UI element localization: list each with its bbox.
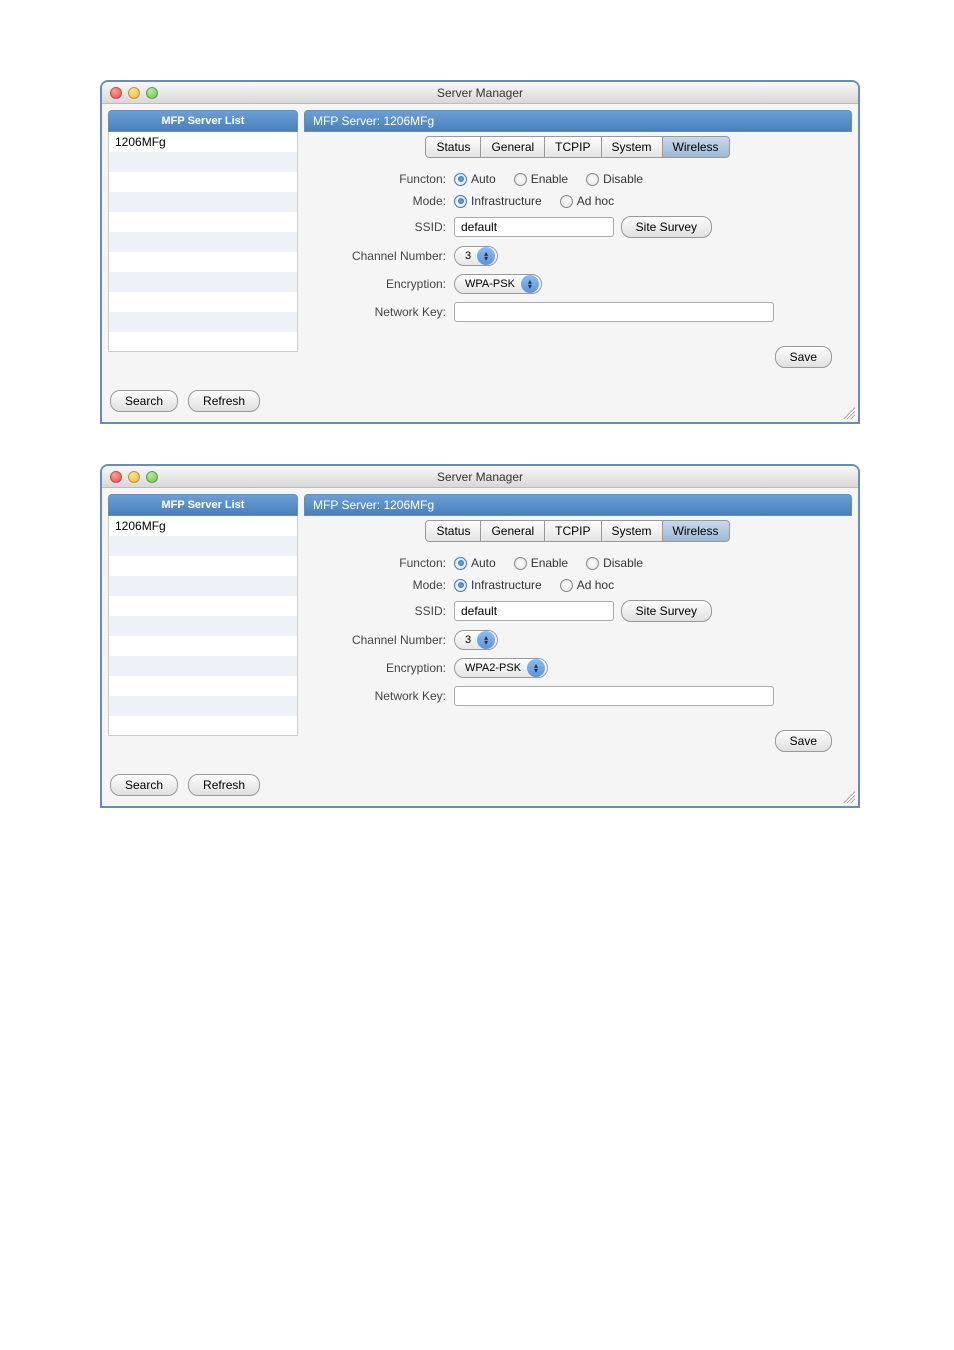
label-channel: Channel Number: [314,249,454,263]
stepper-icon[interactable]: ▴▾ [527,659,545,677]
tab-general[interactable]: General [480,136,545,158]
tab-status[interactable]: Status [425,520,481,542]
label-ssid: SSID: [314,604,454,618]
radio-disable[interactable] [586,173,599,186]
encryption-value: WPA2-PSK [465,662,521,674]
radio-adhoc[interactable] [560,579,573,592]
encryption-select[interactable]: WPA2-PSK ▴▾ [454,658,548,678]
window-title: Server Manager [102,470,858,484]
resize-handle-icon[interactable] [843,791,855,803]
radio-enable-label: Enable [531,556,568,570]
window-title: Server Manager [102,86,858,100]
ssid-input[interactable] [454,601,614,621]
tab-tcpip[interactable]: TCPIP [544,520,601,542]
titlebar[interactable]: Server Manager [102,466,858,488]
tab-general[interactable]: General [480,520,545,542]
tab-status[interactable]: Status [425,136,481,158]
sidebar-header: MFP Server List [108,494,298,516]
stepper-icon[interactable]: ▴▾ [521,275,539,293]
refresh-button[interactable]: Refresh [188,774,260,796]
channel-select[interactable]: 3 ▴▾ [454,630,498,650]
save-button[interactable]: Save [775,346,832,368]
radio-auto-label: Auto [471,556,496,570]
radio-disable-label: Disable [603,172,643,186]
stepper-icon[interactable]: ▴▾ [477,631,495,649]
radio-infrastructure[interactable] [454,579,467,592]
radio-adhoc-label: Ad hoc [577,194,614,208]
network-key-input[interactable] [454,302,774,322]
tab-wireless[interactable]: Wireless [662,136,730,158]
label-function: Functon: [314,556,454,570]
tab-wireless[interactable]: Wireless [662,520,730,542]
channel-value: 3 [465,634,471,646]
radio-disable[interactable] [586,557,599,570]
label-ssid: SSID: [314,220,454,234]
sidebar-header: MFP Server List [108,110,298,132]
label-function: Functon: [314,172,454,186]
label-mode: Mode: [314,194,454,208]
radio-infrastructure-label: Infrastructure [471,578,542,592]
tab-system[interactable]: System [601,520,663,542]
save-button[interactable]: Save [775,730,832,752]
server-manager-window: Server Manager MFP Server List 1206MFg M… [100,80,860,424]
tab-system[interactable]: System [601,136,663,158]
label-encryption: Encryption: [314,277,454,291]
refresh-button[interactable]: Refresh [188,390,260,412]
label-mode: Mode: [314,578,454,592]
search-button[interactable]: Search [110,774,178,796]
stepper-icon[interactable]: ▴▾ [477,247,495,265]
radio-auto-label: Auto [471,172,496,186]
panel-title: MFP Server: 1206MFg [304,494,852,516]
channel-select[interactable]: 3 ▴▾ [454,246,498,266]
tab-tcpip[interactable]: TCPIP [544,136,601,158]
label-netkey: Network Key: [314,305,454,319]
panel-title: MFP Server: 1206MFg [304,110,852,132]
radio-enable-label: Enable [531,172,568,186]
resize-handle-icon[interactable] [843,407,855,419]
channel-value: 3 [465,250,471,262]
radio-enable[interactable] [514,173,527,186]
radio-auto[interactable] [454,557,467,570]
radio-enable[interactable] [514,557,527,570]
radio-adhoc-label: Ad hoc [577,578,614,592]
network-key-input[interactable] [454,686,774,706]
radio-infrastructure[interactable] [454,195,467,208]
radio-adhoc[interactable] [560,195,573,208]
radio-disable-label: Disable [603,556,643,570]
ssid-input[interactable] [454,217,614,237]
sidebar-list[interactable]: 1206MFg [108,516,298,736]
label-encryption: Encryption: [314,661,454,675]
radio-infrastructure-label: Infrastructure [471,194,542,208]
encryption-select[interactable]: WPA-PSK ▴▾ [454,274,542,294]
titlebar[interactable]: Server Manager [102,82,858,104]
site-survey-button[interactable]: Site Survey [621,600,712,622]
label-netkey: Network Key: [314,689,454,703]
sidebar-item-server[interactable]: 1206MFg [109,516,297,536]
sidebar-list[interactable]: 1206MFg [108,132,298,352]
server-manager-window: Server Manager MFP Server List 1206MFg M… [100,464,860,808]
sidebar-item-server[interactable]: 1206MFg [109,132,297,152]
label-channel: Channel Number: [314,633,454,647]
radio-auto[interactable] [454,173,467,186]
search-button[interactable]: Search [110,390,178,412]
site-survey-button[interactable]: Site Survey [621,216,712,238]
encryption-value: WPA-PSK [465,278,515,290]
